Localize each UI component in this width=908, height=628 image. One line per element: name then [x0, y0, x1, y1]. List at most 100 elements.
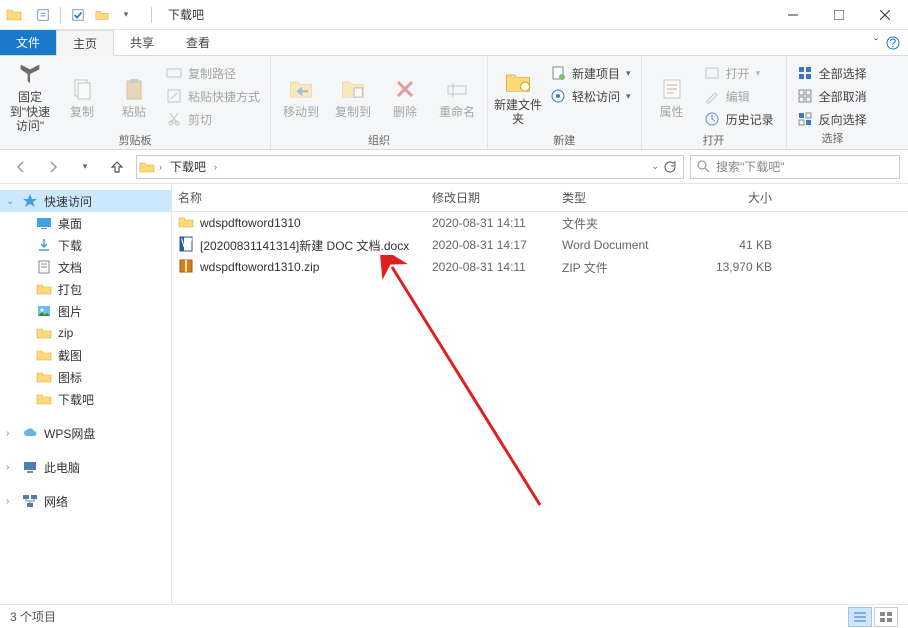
- column-headers[interactable]: 名称 修改日期 类型 大小: [172, 184, 908, 212]
- file-icon: [178, 258, 194, 277]
- network-icon: [22, 493, 38, 509]
- col-header-name[interactable]: 名称: [178, 189, 432, 206]
- address-bar-row: ▾ › 下载吧 › ⌄ 搜索"下载吧": [0, 150, 908, 184]
- pin-label: 固定到"快速访问": [6, 90, 54, 133]
- help-icon[interactable]: ?: [886, 36, 900, 50]
- pictures-icon: [36, 303, 52, 319]
- col-header-type[interactable]: 类型: [562, 189, 682, 206]
- open-button[interactable]: 打开▾: [700, 62, 780, 84]
- sidebar-item[interactable]: 截图: [0, 344, 171, 366]
- file-name: wdspdftoword1310.zip: [200, 260, 319, 274]
- chevron-right-icon[interactable]: ›: [214, 162, 217, 172]
- tab-file[interactable]: 文件: [0, 30, 56, 55]
- titlebar: ▾ 下载吧: [0, 0, 908, 30]
- view-large-icons-button[interactable]: [874, 607, 898, 627]
- tab-share[interactable]: 共享: [114, 30, 170, 55]
- documents-icon: [36, 259, 52, 275]
- sidebar-item[interactable]: 下载吧: [0, 388, 171, 410]
- tab-home[interactable]: 主页: [56, 30, 114, 56]
- file-row[interactable]: wdspdftoword13102020-08-31 14:11文件夹: [172, 212, 908, 234]
- col-header-date[interactable]: 修改日期: [432, 189, 562, 206]
- qat-properties[interactable]: [32, 4, 54, 26]
- group-label-organize: 组织: [277, 132, 481, 150]
- invert-selection-button[interactable]: 反向选择: [793, 108, 873, 130]
- sidebar-item[interactable]: 下载: [0, 234, 171, 256]
- sidebar-quick-access[interactable]: ⌄ 快速访问: [0, 190, 171, 212]
- delete-button[interactable]: 删除: [381, 62, 429, 132]
- ribbon: 固定到"快速访问" 复制 粘贴 复制路径 粘贴快捷方式 剪切 剪贴板 移动到: [0, 56, 908, 150]
- maximize-button[interactable]: [816, 0, 862, 30]
- paste-label: 粘贴: [122, 105, 146, 119]
- select-none-button[interactable]: 全部取消: [793, 85, 873, 107]
- sidebar-item[interactable]: 打包: [0, 278, 171, 300]
- easy-access-button[interactable]: 轻松访问▾: [546, 85, 635, 107]
- ribbon-collapse-icon[interactable]: ˇ: [874, 36, 878, 50]
- minimize-button[interactable]: [770, 0, 816, 30]
- pin-to-quick-access-button[interactable]: 固定到"快速访问": [6, 62, 54, 132]
- copy-to-button[interactable]: 复制到: [329, 62, 377, 132]
- group-label-select: 选择: [793, 130, 873, 148]
- chevron-right-icon[interactable]: ›: [159, 162, 162, 172]
- download-icon: [36, 237, 52, 253]
- search-input[interactable]: 搜索"下载吧": [690, 155, 900, 179]
- file-list[interactable]: wdspdftoword13102020-08-31 14:11文件夹W[202…: [172, 212, 908, 604]
- nav-up-button[interactable]: [104, 154, 130, 180]
- tab-view[interactable]: 查看: [170, 30, 226, 55]
- file-date: 2020-08-31 14:17: [432, 238, 562, 252]
- qat-dropdown[interactable]: ▾: [115, 4, 137, 26]
- desktop-icon: [36, 215, 52, 231]
- breadcrumb-item[interactable]: 下载吧: [166, 158, 210, 175]
- sidebar-network[interactable]: ›网络: [0, 490, 171, 512]
- nav-recent-dropdown[interactable]: ▾: [72, 154, 98, 180]
- paste-button[interactable]: 粘贴: [110, 62, 158, 132]
- cut-button[interactable]: 剪切: [162, 108, 264, 130]
- address-dropdown[interactable]: ⌄: [651, 161, 659, 172]
- col-header-size[interactable]: 大小: [682, 189, 772, 206]
- nav-back-button[interactable]: [8, 154, 34, 180]
- new-item-button[interactable]: 新建项目▾: [546, 62, 635, 84]
- ribbon-group-open: 属性 打开▾ 编辑 历史记录 打开: [642, 56, 787, 149]
- copy-button[interactable]: 复制: [58, 62, 106, 132]
- copy-path-button[interactable]: 复制路径: [162, 62, 264, 84]
- pc-icon: [22, 459, 38, 475]
- svg-text:?: ?: [890, 36, 897, 50]
- qat-checkbox[interactable]: [67, 4, 89, 26]
- window-title: 下载吧: [160, 6, 204, 23]
- file-row[interactable]: W[20200831141314]新建 DOC 文档.docx2020-08-3…: [172, 234, 908, 256]
- refresh-icon[interactable]: [663, 160, 677, 174]
- ribbon-tabs: 文件 主页 共享 查看 ˇ ?: [0, 30, 908, 56]
- sidebar-item[interactable]: 图标: [0, 366, 171, 388]
- group-label-open: 打开: [648, 132, 780, 150]
- sidebar-wps[interactable]: ›WPS网盘: [0, 422, 171, 444]
- nav-forward-button[interactable]: [40, 154, 66, 180]
- ribbon-group-organize: 移动到 复制到 删除 重命名 组织: [271, 56, 488, 149]
- file-type: ZIP 文件: [562, 259, 682, 276]
- sidebar-item[interactable]: zip: [0, 322, 171, 344]
- cloud-icon: [22, 425, 38, 441]
- properties-button[interactable]: 属性: [648, 62, 696, 132]
- sidebar-item[interactable]: 桌面: [0, 212, 171, 234]
- folder-icon: [36, 391, 52, 407]
- close-button[interactable]: [862, 0, 908, 30]
- view-details-button[interactable]: [848, 607, 872, 627]
- file-date: 2020-08-31 14:11: [432, 260, 562, 274]
- edit-button[interactable]: 编辑: [700, 85, 780, 107]
- sidebar-item[interactable]: 文档: [0, 256, 171, 278]
- move-to-button[interactable]: 移动到: [277, 62, 325, 132]
- history-button[interactable]: 历史记录: [700, 108, 780, 130]
- file-row[interactable]: wdspdftoword1310.zip 2020-08-31 14:11ZIP …: [172, 256, 908, 278]
- address-bar[interactable]: › 下载吧 › ⌄: [136, 155, 684, 179]
- folder-icon: [36, 325, 52, 341]
- folder-icon: [36, 369, 52, 385]
- sidebar-this-pc[interactable]: ›此电脑: [0, 456, 171, 478]
- rename-button[interactable]: 重命名: [433, 62, 481, 132]
- select-all-button[interactable]: 全部选择: [793, 62, 873, 84]
- paste-shortcut-button[interactable]: 粘贴快捷方式: [162, 85, 264, 107]
- qat-new-folder[interactable]: [91, 4, 113, 26]
- navigation-sidebar[interactable]: ⌄ 快速访问 桌面 下载 文档 打包 图片 zip 截图 图标 下载吧 ›WPS…: [0, 184, 172, 604]
- search-placeholder: 搜索"下载吧": [716, 158, 785, 175]
- sidebar-item[interactable]: 图片: [0, 300, 171, 322]
- ribbon-group-clipboard: 固定到"快速访问" 复制 粘贴 复制路径 粘贴快捷方式 剪切 剪贴板: [0, 56, 271, 149]
- file-name: wdspdftoword1310: [200, 216, 301, 230]
- new-folder-button[interactable]: 新建文件夹: [494, 62, 542, 132]
